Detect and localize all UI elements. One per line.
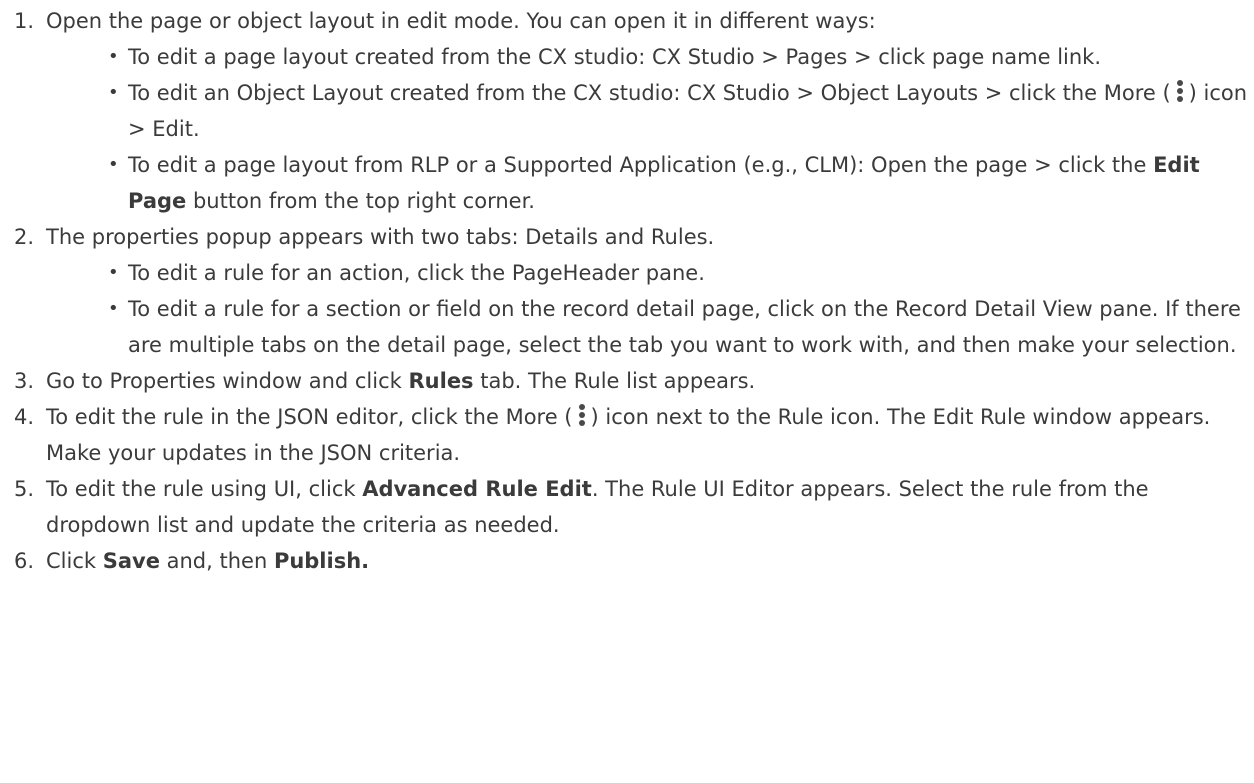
save-label: Save [102, 549, 160, 573]
step-4: 4. To edit the rule in the JSON editor, … [0, 399, 1254, 471]
sub-item: • To edit an Object Layout created from … [46, 75, 1254, 147]
sub-list: • To edit a rule for an action, click th… [46, 255, 1254, 363]
bullet: • [108, 262, 119, 283]
step-1: 1. Open the page or object layout in edi… [0, 3, 1254, 219]
sub-item-text: To edit a page layout from RLP or a Supp… [128, 153, 1154, 177]
sub-item-text: To edit a rule for an action, click the … [128, 261, 705, 285]
publish-label: Publish. [273, 549, 370, 573]
step-number: 3. [14, 369, 35, 393]
step-number: 2. [14, 225, 35, 249]
sub-list: • To edit a page layout created from the… [46, 39, 1254, 219]
sub-item: • To edit a page layout from RLP or a Su… [46, 147, 1254, 219]
sub-item-text: button from the top right corner. [186, 189, 535, 213]
step-text: Open the page or object layout in edit m… [46, 9, 876, 33]
step-text: Go to Properties window and click [46, 369, 409, 393]
more-vertical-icon [1176, 80, 1183, 102]
step-5: 5. To edit the rule using UI, click Adva… [0, 471, 1254, 543]
step-text: tab. The Rule list appears. [473, 369, 756, 393]
step-text: To edit the rule in the JSON editor, cli… [46, 405, 573, 429]
rules-label: Rules [408, 369, 474, 393]
step-number: 4. [14, 405, 35, 429]
step-text: and, then [159, 549, 274, 573]
step-2: 2. The properties popup appears with two… [0, 219, 1254, 363]
step-number: 5. [14, 477, 35, 501]
steps-list: 1. Open the page or object layout in edi… [0, 0, 1254, 579]
step-6: 6. Click Save and, then Publish. [0, 543, 1254, 579]
step-number: 6. [14, 549, 35, 573]
sub-item-text: To edit a page layout created from the C… [128, 45, 1102, 69]
sub-item-text: To edit a rule for a section or field on… [128, 297, 1241, 357]
step-3: 3. Go to Properties window and click Rul… [0, 363, 1254, 399]
sub-item: • To edit a rule for an action, click th… [46, 255, 1254, 291]
more-vertical-icon [578, 404, 585, 426]
bullet: • [108, 154, 119, 175]
advanced-rule-edit-label: Advanced Rule Edit [362, 477, 592, 501]
bullet: • [108, 298, 119, 319]
step-text: The properties popup appears with two ta… [46, 225, 715, 249]
sub-item: • To edit a rule for a section or field … [46, 291, 1254, 363]
sub-item: • To edit a page layout created from the… [46, 39, 1254, 75]
bullet: • [108, 82, 119, 103]
step-number: 1. [14, 9, 35, 33]
sub-item-text: To edit an Object Layout created from th… [128, 81, 1171, 105]
bullet: • [108, 46, 119, 67]
step-text: To edit the rule using UI, click [46, 477, 363, 501]
step-text: Click [46, 549, 103, 573]
